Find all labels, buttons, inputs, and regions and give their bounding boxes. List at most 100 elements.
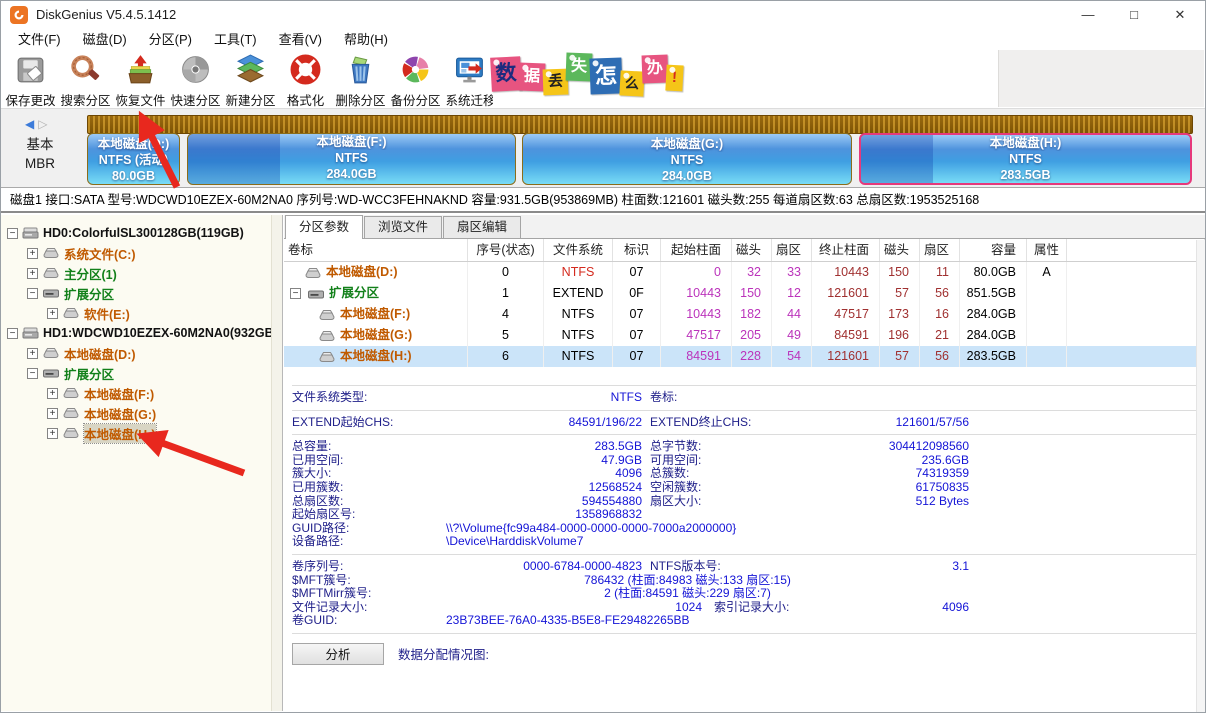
detail-value: 1358968832 bbox=[442, 508, 642, 522]
menu-item-0[interactable]: 文件(F) bbox=[7, 29, 72, 50]
search-partition-icon bbox=[58, 53, 113, 89]
detail-row: 卷序列号:0000-6784-0000-4823NTFS版本号:3.1 bbox=[292, 560, 969, 574]
column-header-2[interactable]: 序号(状态) bbox=[468, 239, 544, 261]
table-row-5[interactable]: 本地磁盘(H:)6NTFS0784591228541216015756283.5… bbox=[284, 346, 1205, 367]
column-header-5[interactable]: 起始柱面 bbox=[661, 239, 732, 261]
cell-6: 49 bbox=[772, 325, 812, 346]
toolbar-button-new-partition[interactable]: 新建分区 bbox=[223, 50, 278, 109]
tree-item-2[interactable]: +系统文件(C:) bbox=[1, 243, 282, 263]
menu-item-1[interactable]: 磁盘(D) bbox=[72, 29, 138, 50]
column-header-6[interactable]: 磁头 bbox=[732, 239, 772, 261]
detail-scrollbar[interactable] bbox=[1196, 240, 1205, 712]
toolbar-button-format[interactable]: 格式化 bbox=[278, 50, 333, 109]
tree-item-10[interactable]: + 本地磁盘(G:) bbox=[1, 403, 282, 423]
toolbar-button-quick-partition[interactable]: 快速分区 bbox=[168, 50, 223, 109]
partition-block-3[interactable]: 本地磁盘(G:)NTFS284.0GB bbox=[522, 133, 852, 185]
menu-item-4[interactable]: 查看(V) bbox=[268, 29, 333, 50]
tree-item-1[interactable]: −HD0:ColorfulSL300128GB(119GB) bbox=[1, 223, 282, 243]
table-row-3[interactable]: 本地磁盘(F:)4NTFS0710443182444751717316284.0… bbox=[284, 304, 1205, 325]
expand-icon[interactable]: + bbox=[27, 348, 38, 359]
ext-icon bbox=[307, 288, 325, 300]
tree-item-8[interactable]: −扩展分区 bbox=[1, 363, 282, 383]
tree-item-3[interactable]: + 主分区(1) bbox=[1, 263, 282, 283]
cell-1: 1 bbox=[468, 283, 544, 304]
tree-item-5[interactable]: +软件(E:) bbox=[1, 303, 282, 323]
tree-item-6[interactable]: −HD1:WDCWD10EZEX-60M2NA0(932GB) bbox=[1, 323, 282, 343]
partition-table: 卷标序号(状态)文件系统标识起始柱面磁头扇区终止柱面磁头扇区容量属性本地磁盘(D… bbox=[284, 239, 1205, 367]
menu-item-2[interactable]: 分区(P) bbox=[138, 29, 203, 50]
cell-6: 12 bbox=[772, 283, 812, 304]
menu-item-5[interactable]: 帮助(H) bbox=[333, 29, 399, 50]
cell-5: 32 bbox=[732, 262, 772, 283]
tab-3[interactable]: 扇区编辑 bbox=[443, 216, 521, 238]
detail-label: 索引记录大小: bbox=[714, 601, 789, 615]
tree-item-7[interactable]: +本地磁盘(D:) bbox=[1, 343, 282, 363]
tree-scrollbar[interactable] bbox=[271, 215, 282, 711]
column-header-12[interactable]: 属性 bbox=[1027, 239, 1067, 261]
detail-label: 总扇区数: bbox=[292, 495, 442, 509]
detail-row: 总容量:283.5GB总字节数:304412098560 bbox=[292, 440, 969, 454]
partition-block-1[interactable]: 本地磁盘(D:)NTFS (活动)80.0GB bbox=[87, 133, 180, 185]
table-row-1[interactable]: 本地磁盘(D:)0NTFS0703233104431501180.0GBA bbox=[284, 262, 1205, 283]
toolbar-button-recover-files[interactable]: 恢复文件 bbox=[113, 50, 168, 109]
column-header-3[interactable]: 文件系统 bbox=[544, 239, 613, 261]
tab-1[interactable]: 分区参数 bbox=[285, 215, 363, 239]
tree-item-4[interactable]: − 扩展分区 bbox=[1, 283, 282, 303]
column-header-11[interactable]: 容量 bbox=[960, 239, 1027, 261]
cell-2: NTFS bbox=[544, 346, 613, 367]
expand-icon[interactable]: + bbox=[27, 268, 38, 279]
menu-bar: 文件(F)磁盘(D)分区(P)工具(T)查看(V)帮助(H) bbox=[1, 29, 1205, 50]
next-disk-arrow-icon[interactable]: ▷ bbox=[38, 117, 51, 131]
expand-icon[interactable]: + bbox=[47, 308, 58, 319]
column-header-9[interactable]: 磁头 bbox=[880, 239, 920, 261]
partition-fs: NTFS bbox=[861, 151, 1190, 167]
column-header-4[interactable]: 标识 bbox=[613, 239, 661, 261]
details-section: 文件系统类型:NTFS卷标:EXTEND起始CHS:84591/196/22EX… bbox=[284, 367, 1205, 665]
column-header-1[interactable]: 卷标 bbox=[284, 239, 468, 261]
collapse-icon[interactable]: − bbox=[27, 288, 38, 299]
expand-icon[interactable]: + bbox=[27, 248, 38, 259]
drive-icon bbox=[42, 347, 60, 359]
extended-partition-band[interactable] bbox=[87, 115, 1193, 134]
table-row-2[interactable]: −扩展分区1EXTEND0F10443150121216015756851.5G… bbox=[284, 283, 1205, 304]
column-header-10[interactable]: 扇区 bbox=[920, 239, 960, 261]
detail-label: 文件系统类型: bbox=[292, 391, 442, 405]
minimize-button[interactable]: — bbox=[1065, 1, 1111, 29]
column-header-8[interactable]: 终止柱面 bbox=[812, 239, 880, 261]
partition-block-4[interactable]: 本地磁盘(H:)NTFS283.5GB bbox=[859, 133, 1192, 185]
toolbar-label-format: 格式化 bbox=[278, 90, 333, 109]
tree-item-9[interactable]: +本地磁盘(F:) bbox=[1, 383, 282, 403]
toolbar-button-search-partition[interactable]: 搜索分区 bbox=[58, 50, 113, 109]
tree-item-label: 扩展分区 bbox=[64, 284, 114, 303]
maximize-button[interactable]: □ bbox=[1111, 1, 1157, 29]
collapse-icon[interactable]: − bbox=[7, 228, 18, 239]
toolbar-button-save[interactable]: 保存更改 bbox=[3, 50, 58, 109]
analyze-button[interactable]: 分析 bbox=[292, 643, 384, 665]
format-icon bbox=[278, 53, 333, 89]
detail-label: $MFTMirr簇号: bbox=[292, 587, 442, 601]
table-row-4[interactable]: 本地磁盘(G:)5NTFS0747517205498459119621284.0… bbox=[284, 325, 1205, 346]
menu-item-3[interactable]: 工具(T) bbox=[203, 29, 268, 50]
drive-icon bbox=[42, 247, 60, 259]
column-header-7[interactable]: 扇区 bbox=[772, 239, 812, 261]
toolbar-label-recover-files: 恢复文件 bbox=[113, 90, 168, 109]
close-button[interactable]: ✕ bbox=[1157, 1, 1203, 29]
toolbar-button-backup-partition[interactable]: 备份分区 bbox=[388, 50, 443, 109]
partition-block-2[interactable]: 本地磁盘(F:)NTFS284.0GB bbox=[187, 133, 516, 185]
banner-char-3: 丢 bbox=[543, 69, 569, 96]
toolbar-button-delete-partition[interactable]: 删除分区 bbox=[333, 50, 388, 109]
tab-2[interactable]: 浏览文件 bbox=[364, 216, 442, 238]
tree-item-label: 主分区(1) bbox=[64, 264, 117, 283]
expand-icon[interactable]: + bbox=[47, 408, 58, 419]
drive-icon bbox=[62, 307, 80, 319]
collapse-icon[interactable]: − bbox=[27, 368, 38, 379]
expand-icon[interactable]: + bbox=[47, 428, 58, 439]
tree-item-11[interactable]: +本地磁盘(H:) bbox=[1, 423, 282, 443]
tree-item-label: 本地磁盘(G:) bbox=[84, 404, 156, 423]
promo-banner[interactable]: 数据丢失怎么办! bbox=[493, 51, 717, 107]
prev-disk-arrow-icon[interactable]: ◀ bbox=[25, 117, 38, 131]
collapse-icon[interactable]: − bbox=[290, 288, 301, 299]
cell-4: 10443 bbox=[661, 304, 732, 325]
collapse-icon[interactable]: − bbox=[7, 328, 18, 339]
expand-icon[interactable]: + bbox=[47, 388, 58, 399]
